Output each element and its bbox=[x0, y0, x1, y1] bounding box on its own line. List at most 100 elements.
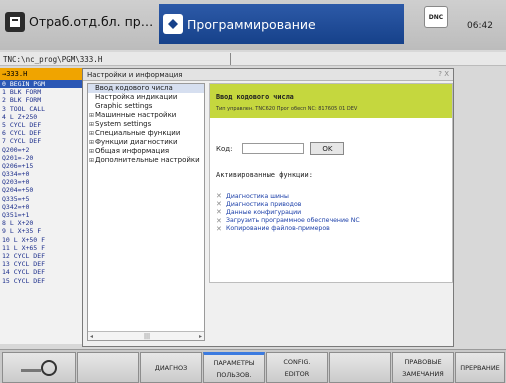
function-icon: ✕ bbox=[216, 208, 222, 217]
program-lines[interactable]: 0 BEGIN PGM 1 BLK FORM 2 BLK FORM 3 TOOL CA… bbox=[0, 80, 82, 285]
softkey-label: ДИАГНОЗ bbox=[154, 363, 188, 372]
mode-programming[interactable]: Программирование bbox=[159, 4, 404, 44]
tree-item-label: Настройка индикации bbox=[95, 93, 178, 101]
mode-program-run-single[interactable]: Отраб.отд.бл. пр… bbox=[5, 8, 154, 35]
tree-item[interactable]: ⊞ Дополнительные настройки bbox=[88, 156, 204, 165]
program-line[interactable]: Q342=+0 bbox=[0, 203, 82, 211]
function-item[interactable]: ✕ Загрузить программное обеспечение NC bbox=[216, 217, 360, 225]
program-line[interactable]: 8 L X+20 bbox=[0, 219, 82, 227]
scroll-right-icon[interactable]: ▸ bbox=[199, 333, 202, 340]
softkey-label: EDITOR bbox=[284, 369, 310, 378]
program-line[interactable]: 11 L X+65 F bbox=[0, 244, 82, 252]
expand-icon[interactable]: ⊞ bbox=[88, 147, 95, 156]
program-filename: →333.H bbox=[0, 68, 82, 80]
program-line[interactable]: 4 L Z+250 bbox=[0, 113, 82, 121]
softkey-label: ПОЛЬЗОВ. bbox=[216, 370, 252, 379]
program-line[interactable]: 6 CYCL DEF bbox=[0, 129, 82, 137]
function-item[interactable]: ✕ Копирование файлов-примеров bbox=[216, 225, 360, 233]
tree-item[interactable]: Graphic settings bbox=[88, 102, 204, 111]
scroll-thumb-icon[interactable]: ||| bbox=[144, 333, 150, 340]
settings-tree[interactable]: Ввод кодового числа Настройка индикации Gr… bbox=[87, 83, 205, 341]
dialog-titlebar: Настройки и информация ? X bbox=[83, 69, 453, 81]
softkey-legal-notes[interactable]: ПРАВОВЫЕ ЗАМЕЧАНИЯ bbox=[392, 352, 454, 383]
divider bbox=[230, 53, 231, 65]
program-editor[interactable]: →333.H 0 BEGIN PGM 1 BLK FORM 2 BLK FORM 3 … bbox=[0, 68, 82, 344]
dialog-controls[interactable]: ? X bbox=[438, 70, 449, 78]
programming-icon bbox=[163, 14, 183, 34]
expand-icon[interactable]: ⊞ bbox=[88, 156, 95, 165]
code-input[interactable] bbox=[242, 143, 305, 154]
program-line[interactable]: Q204=+50 bbox=[0, 186, 82, 194]
tree-item-label: Функции диагностики bbox=[95, 138, 178, 146]
softkey-config-editor[interactable]: CONFIG. EDITOR bbox=[266, 352, 328, 383]
tree-item[interactable]: ⊞ Функции диагностики bbox=[88, 138, 204, 147]
softkey-toggle[interactable] bbox=[2, 352, 76, 383]
scroll-left-icon[interactable]: ◂ bbox=[90, 333, 93, 340]
function-item[interactable]: ✕ Данные конфигурации bbox=[216, 208, 360, 216]
tree-item[interactable]: Ввод кодового числа bbox=[88, 84, 204, 93]
program-line[interactable]: 14 CYCL DEF bbox=[0, 268, 82, 276]
function-label: Диагностика приводов bbox=[226, 200, 302, 208]
function-label: Диагностика шины bbox=[226, 192, 289, 200]
function-icon: ✕ bbox=[216, 216, 222, 225]
expand-icon[interactable]: ⊞ bbox=[88, 111, 95, 120]
program-line[interactable]: Q200=+2 bbox=[0, 146, 82, 154]
program-line[interactable]: 5 CYCL DEF bbox=[0, 121, 82, 129]
function-item[interactable]: ✕ Диагностика шины bbox=[216, 192, 360, 200]
function-item[interactable]: ✕ Диагностика приводов bbox=[216, 200, 360, 208]
softkey-2[interactable] bbox=[77, 352, 139, 383]
functions-list: ✕ Диагностика шины ✕ Диагностика приводов ✕ Д… bbox=[216, 192, 360, 233]
program-line[interactable]: Q206=+15 bbox=[0, 162, 82, 170]
tree-item-label: Graphic settings bbox=[95, 102, 153, 110]
ok-button[interactable]: OK bbox=[310, 142, 345, 155]
tree-item[interactable]: Настройка индикации bbox=[88, 93, 204, 102]
tree-item[interactable]: ⊞ Машинные настройки bbox=[88, 111, 204, 120]
dnc-icon: DNC bbox=[424, 6, 448, 28]
program-line[interactable]: 1 BLK FORM bbox=[0, 88, 82, 96]
softkey-6[interactable] bbox=[329, 352, 391, 383]
function-label: Загрузить программное обеспечение NC bbox=[226, 217, 360, 225]
program-run-icon bbox=[5, 11, 25, 32]
program-line[interactable]: 7 CYCL DEF bbox=[0, 137, 82, 145]
program-line[interactable]: 10 L X+50 F bbox=[0, 236, 82, 244]
softkey-label: CONFIG. bbox=[283, 357, 311, 366]
tree-item-label: Машинные настройки bbox=[95, 111, 177, 119]
tree-item-label: Ввод кодового числа bbox=[95, 84, 173, 92]
expand-icon[interactable]: ⊞ bbox=[88, 138, 95, 147]
tree-item[interactable]: ⊞ Специальные функции bbox=[88, 129, 204, 138]
tree-item[interactable]: ⊞ System settings bbox=[88, 120, 204, 129]
program-line[interactable]: Q201=-20 bbox=[0, 154, 82, 162]
tree-item[interactable]: ⊞ Общая информация bbox=[88, 147, 204, 156]
program-line[interactable]: Q334=+0 bbox=[0, 170, 82, 178]
content-title: Ввод кодового числа bbox=[216, 93, 294, 101]
settings-content: Ввод кодового числа Тип управлен. TNC620… bbox=[209, 83, 453, 283]
expand-icon[interactable]: ⊞ bbox=[88, 120, 95, 129]
softkey-abort[interactable]: ПРЕРВАНИЕ bbox=[455, 352, 505, 383]
program-line[interactable]: 13 CYCL DEF bbox=[0, 260, 82, 268]
softkey-label: ЗАМЕЧАНИЯ bbox=[402, 369, 444, 378]
clock: 06:42 bbox=[467, 21, 493, 31]
program-line[interactable]: 12 CYCL DEF bbox=[0, 252, 82, 260]
program-line[interactable]: 2 BLK FORM bbox=[0, 96, 82, 104]
program-line[interactable]: Q351=+1 bbox=[0, 211, 82, 219]
header: Отраб.отд.бл. пр… Программирование DNC 0… bbox=[0, 0, 506, 50]
function-label: Копирование файлов-примеров bbox=[226, 225, 330, 233]
mode-programming-label: Программирование bbox=[187, 16, 316, 32]
tree-horizontal-scrollbar[interactable]: ◂ ||| ▸ bbox=[88, 331, 204, 340]
program-line[interactable]: 3 TOOL CALL bbox=[0, 105, 82, 113]
path-bar: TNC:\nc_prog\PGM\333.H bbox=[0, 52, 506, 66]
program-line[interactable]: 15 CYCL DEF bbox=[0, 277, 82, 285]
softkey-user-parameters[interactable]: ПАРАМЕТРЫ ПОЛЬЗОВ. bbox=[203, 352, 265, 383]
expand-icon[interactable]: ⊞ bbox=[88, 129, 95, 138]
softkey-label: ПРАВОВЫЕ bbox=[404, 357, 442, 366]
tree-item-label: Дополнительные настройки bbox=[95, 156, 200, 164]
content-header: Ввод кодового числа Тип управлен. TNC620… bbox=[210, 84, 452, 118]
program-line[interactable]: 0 BEGIN PGM bbox=[0, 80, 82, 89]
code-row: Код: OK bbox=[216, 142, 345, 155]
softkey-bar: ДИАГНОЗ ПАРАМЕТРЫ ПОЛЬЗОВ. CONFIG. EDITO… bbox=[0, 349, 506, 383]
program-line[interactable]: 9 L X+35 F bbox=[0, 227, 82, 235]
program-line[interactable]: Q203=+0 bbox=[0, 178, 82, 186]
program-line[interactable]: Q335=+5 bbox=[0, 195, 82, 203]
softkey-diagnosis[interactable]: ДИАГНОЗ bbox=[140, 352, 202, 383]
softkey-label: ПРЕРВАНИЕ bbox=[460, 363, 500, 372]
